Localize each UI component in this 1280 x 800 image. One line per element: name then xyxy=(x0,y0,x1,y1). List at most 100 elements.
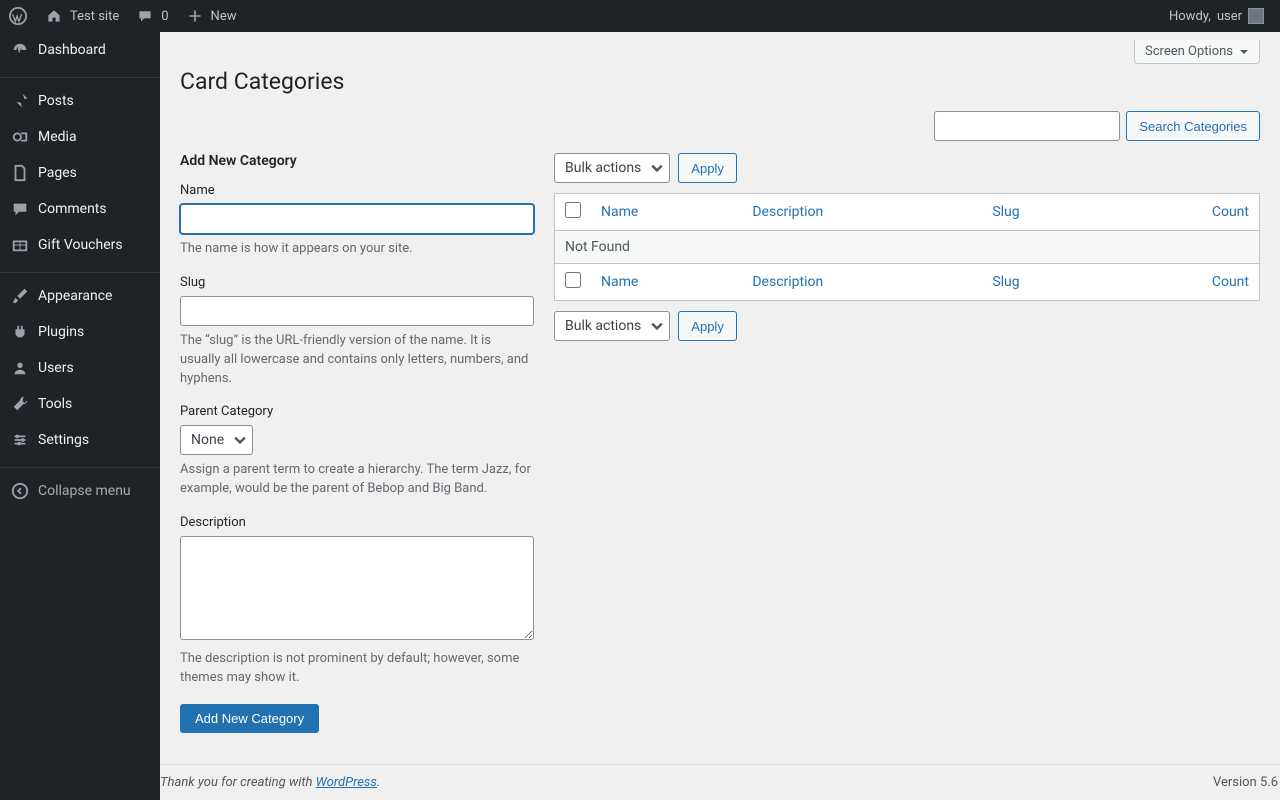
menu-separator xyxy=(0,463,160,468)
categories-table: Name Description Slug Count Not Found Na… xyxy=(554,193,1260,301)
column-footer-slug[interactable]: Slug xyxy=(992,274,1019,290)
select-all-top[interactable] xyxy=(565,202,581,218)
parent-help: Assign a parent term to create a hierarc… xyxy=(180,461,534,499)
sidebar-item-label: Plugins xyxy=(38,324,84,340)
caret-down-icon xyxy=(1239,47,1249,57)
footer-thanks: Thank you for creating with xyxy=(160,775,316,790)
settings-icon xyxy=(10,430,30,450)
page-title: Card Categories xyxy=(180,68,1260,95)
voucher-icon xyxy=(10,235,30,255)
name-help: The name is how it appears on your site. xyxy=(180,240,534,259)
brush-icon xyxy=(10,286,30,306)
sidebar-item-gift-vouchers[interactable]: Gift Vouchers xyxy=(0,227,160,263)
site-name-label: Test site xyxy=(70,9,119,24)
bulk-apply-bottom[interactable]: Apply xyxy=(678,311,737,341)
select-all-bottom[interactable] xyxy=(565,272,581,288)
sidebar-item-label: Posts xyxy=(38,93,74,109)
sidebar-item-comments[interactable]: Comments xyxy=(0,191,160,227)
sidebar-item-label: Media xyxy=(38,129,77,145)
sidebar-item-appearance[interactable]: Appearance xyxy=(0,278,160,314)
column-footer-description[interactable]: Description xyxy=(752,274,823,290)
bulk-actions-select-bottom[interactable]: Bulk actions xyxy=(554,311,670,341)
description-help: The description is not prominent by defa… xyxy=(180,650,534,688)
chevron-down-icon xyxy=(651,162,663,174)
footer-version: Version 5.6 xyxy=(1213,775,1278,790)
column-header-description[interactable]: Description xyxy=(752,204,823,220)
avatar xyxy=(1248,8,1264,24)
howdy-user: user xyxy=(1217,9,1242,24)
name-label: Name xyxy=(180,183,534,198)
howdy-link[interactable]: Howdy, user xyxy=(1161,0,1272,32)
sidebar-item-label: Settings xyxy=(38,432,89,448)
sidebar-item-label: Users xyxy=(38,360,74,376)
bulk-actions-select-top[interactable]: Bulk actions xyxy=(554,153,670,183)
column-footer-name[interactable]: Name xyxy=(601,274,638,290)
collapse-label: Collapse menu xyxy=(38,483,131,499)
parent-selected-value: None xyxy=(191,432,224,448)
sidebar-item-pages[interactable]: Pages xyxy=(0,155,160,191)
chevron-down-icon xyxy=(651,320,663,332)
sidebar-item-label: Appearance xyxy=(38,288,112,304)
footer-wordpress-link[interactable]: WordPress xyxy=(316,775,377,790)
sidebar-item-label: Tools xyxy=(38,396,72,412)
submit-button[interactable]: Add New Category xyxy=(180,704,319,733)
menu-separator xyxy=(0,73,160,78)
sidebar-item-posts[interactable]: Posts xyxy=(0,83,160,119)
collapse-menu[interactable]: Collapse menu xyxy=(0,473,160,509)
howdy-prefix: Howdy, xyxy=(1169,9,1211,24)
comments-icon xyxy=(135,6,155,26)
bulk-actions-label: Bulk actions xyxy=(565,318,641,334)
not-found-row: Not Found xyxy=(555,231,1260,264)
footer-period: . xyxy=(377,775,380,790)
sidebar-item-plugins[interactable]: Plugins xyxy=(0,314,160,350)
site-name-link[interactable]: Test site xyxy=(36,0,127,32)
description-textarea[interactable] xyxy=(180,536,534,640)
screen-options-toggle[interactable]: Screen Options xyxy=(1134,40,1260,64)
parent-category-label: Parent Category xyxy=(180,404,534,419)
sidebar-item-tools[interactable]: Tools xyxy=(0,386,160,422)
footer: Thank you for creating with WordPress. V… xyxy=(160,764,1280,800)
plus-icon xyxy=(185,6,205,26)
new-content-link[interactable]: New xyxy=(177,0,245,32)
description-label: Description xyxy=(180,515,534,530)
sidebar-item-dashboard[interactable]: Dashboard xyxy=(0,32,160,68)
comment-icon xyxy=(10,199,30,219)
slug-help: The “slug” is the URL-friendly version o… xyxy=(180,332,534,389)
sidebar-item-users[interactable]: Users xyxy=(0,350,160,386)
form-heading: Add New Category xyxy=(180,153,534,169)
column-header-slug[interactable]: Slug xyxy=(992,204,1019,220)
column-header-count[interactable]: Count xyxy=(1212,204,1249,220)
chevron-down-icon xyxy=(234,434,246,446)
sidebar-item-settings[interactable]: Settings xyxy=(0,422,160,458)
slug-input[interactable] xyxy=(180,296,534,326)
comments-link[interactable]: 0 xyxy=(127,0,176,32)
search-input[interactable] xyxy=(934,111,1120,141)
column-header-name[interactable]: Name xyxy=(601,204,638,220)
name-input[interactable] xyxy=(180,204,534,234)
new-content-label: New xyxy=(211,9,237,24)
slug-label: Slug xyxy=(180,275,534,290)
collapse-icon xyxy=(10,481,30,501)
column-footer-count[interactable]: Count xyxy=(1212,274,1249,290)
pin-icon xyxy=(10,91,30,111)
search-button[interactable]: Search Categories xyxy=(1126,111,1260,141)
tool-icon xyxy=(10,394,30,414)
comments-count: 0 xyxy=(161,9,168,24)
sidebar-item-label: Gift Vouchers xyxy=(38,237,123,253)
bulk-apply-top[interactable]: Apply xyxy=(678,153,737,183)
media-icon xyxy=(10,127,30,147)
sidebar-item-label: Dashboard xyxy=(38,42,106,58)
sidebar-item-media[interactable]: Media xyxy=(0,119,160,155)
user-icon xyxy=(10,358,30,378)
page-icon xyxy=(10,163,30,183)
plugin-icon xyxy=(10,322,30,342)
parent-category-select[interactable]: None xyxy=(180,425,253,455)
sidebar-item-label: Comments xyxy=(38,201,107,217)
screen-options-label: Screen Options xyxy=(1145,44,1233,59)
home-icon xyxy=(44,6,64,26)
dashboard-icon xyxy=(10,40,30,60)
wordpress-logo-icon xyxy=(8,6,28,26)
wp-logo[interactable] xyxy=(0,0,36,32)
bulk-actions-label: Bulk actions xyxy=(565,160,641,176)
sidebar-item-label: Pages xyxy=(38,165,77,181)
